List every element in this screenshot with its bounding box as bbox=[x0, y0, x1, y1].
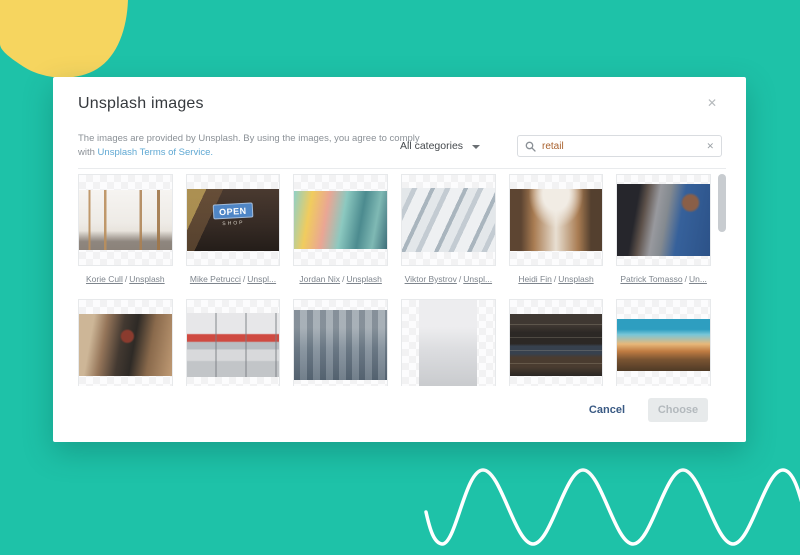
image-attribution: Mike Petrucci/Unspl... bbox=[186, 274, 281, 286]
disclaimer-text: The images are provided by Unsplash. By … bbox=[78, 132, 426, 160]
thumbnail-photo: OPENSHOP bbox=[187, 189, 280, 251]
attribution-separator: / bbox=[125, 274, 127, 284]
author-link[interactable]: Heidi Fin bbox=[518, 274, 552, 284]
image-cell: Jordan Nix/Unsplash bbox=[293, 174, 388, 286]
image-cell bbox=[509, 299, 604, 386]
attribution-separator: / bbox=[554, 274, 556, 284]
author-link[interactable]: Mike Petrucci bbox=[190, 274, 241, 284]
search-box: ✕ bbox=[517, 135, 722, 157]
thumbnail-photo bbox=[402, 188, 495, 252]
image-cell: Heidi Fin/Unsplash bbox=[509, 174, 604, 286]
author-link[interactable]: Patrick Tomasso bbox=[620, 274, 682, 284]
grid-scrollbar bbox=[718, 174, 726, 386]
image-thumbnail[interactable] bbox=[616, 299, 711, 386]
image-thumbnail[interactable] bbox=[509, 174, 604, 266]
image-cell bbox=[186, 299, 281, 386]
source-link[interactable]: Unsplash bbox=[558, 274, 593, 284]
image-thumbnail[interactable] bbox=[616, 174, 711, 266]
image-attribution: Viktor Bystrov/Unspl... bbox=[401, 274, 496, 286]
thumbnail-photo bbox=[510, 314, 603, 376]
source-link[interactable]: Unsplash bbox=[346, 274, 381, 284]
image-thumbnail[interactable] bbox=[509, 299, 604, 386]
terms-of-service-link[interactable]: Unsplash Terms of Service. bbox=[98, 147, 213, 158]
image-attribution: Patrick Tomasso/Un... bbox=[616, 274, 711, 286]
image-cell bbox=[401, 299, 496, 386]
source-link[interactable]: Unspl... bbox=[247, 274, 276, 284]
attribution-separator: / bbox=[342, 274, 344, 284]
attribution-separator: / bbox=[685, 274, 687, 284]
author-link[interactable]: Viktor Bystrov bbox=[405, 274, 457, 284]
thumbnail-photo bbox=[294, 310, 387, 380]
attribution-separator: / bbox=[243, 274, 245, 284]
modal-footer: Cancel Choose bbox=[589, 398, 708, 422]
image-thumbnail[interactable] bbox=[401, 299, 496, 386]
choose-button[interactable]: Choose bbox=[648, 398, 708, 422]
image-thumbnail[interactable] bbox=[293, 174, 388, 266]
modal-title: Unsplash images bbox=[78, 95, 204, 113]
image-attribution: Heidi Fin/Unsplash bbox=[509, 274, 604, 286]
image-attribution: Korie Cull/Unsplash bbox=[78, 274, 173, 286]
thumbnail-photo bbox=[617, 319, 710, 371]
yellow-blob-decoration bbox=[0, 0, 140, 85]
image-thumbnail[interactable] bbox=[78, 299, 173, 386]
desktop-background: { "decorations": { "background_color": "… bbox=[0, 0, 800, 555]
cancel-button[interactable]: Cancel bbox=[589, 404, 625, 416]
search-input[interactable] bbox=[542, 141, 706, 152]
attribution-separator: / bbox=[459, 274, 461, 284]
image-cell bbox=[616, 299, 711, 386]
thumbnail-photo bbox=[419, 300, 477, 386]
image-results-area: Korie Cull/UnsplashOPENSHOPMike Petrucci… bbox=[78, 174, 726, 386]
image-cell: Viktor Bystrov/Unspl... bbox=[401, 174, 496, 286]
image-attribution: Jordan Nix/Unsplash bbox=[293, 274, 388, 286]
thumbnail-photo bbox=[510, 189, 603, 251]
thumbnail-photo bbox=[187, 313, 280, 377]
scrollbar-thumb[interactable] bbox=[718, 174, 726, 232]
author-link[interactable]: Korie Cull bbox=[86, 274, 123, 284]
search-icon bbox=[525, 141, 536, 152]
thumbnail-photo bbox=[79, 314, 172, 376]
thumbnail-photo bbox=[294, 191, 387, 249]
open-sign: OPENSHOP bbox=[213, 203, 254, 228]
image-thumbnail[interactable] bbox=[78, 174, 173, 266]
source-link[interactable]: Unspl... bbox=[463, 274, 492, 284]
image-grid: Korie Cull/UnsplashOPENSHOPMike Petrucci… bbox=[78, 174, 711, 386]
image-thumbnail[interactable]: OPENSHOP bbox=[186, 174, 281, 266]
image-thumbnail[interactable] bbox=[293, 299, 388, 386]
source-link[interactable]: Un... bbox=[689, 274, 707, 284]
image-cell bbox=[293, 299, 388, 386]
close-icon[interactable]: ✕ bbox=[707, 97, 717, 109]
image-thumbnail[interactable] bbox=[401, 174, 496, 266]
categories-dropdown-label: All categories bbox=[400, 140, 463, 152]
author-link[interactable]: Jordan Nix bbox=[299, 274, 340, 284]
categories-dropdown[interactable]: All categories bbox=[400, 140, 480, 152]
image-cell bbox=[78, 299, 173, 386]
unsplash-images-modal: ✕ Unsplash images The images are provide… bbox=[53, 77, 746, 442]
image-cell: Patrick Tomasso/Un... bbox=[616, 174, 711, 286]
chevron-down-icon bbox=[472, 145, 480, 149]
source-link[interactable]: Unsplash bbox=[129, 274, 164, 284]
thumbnail-photo bbox=[617, 184, 710, 256]
image-cell: Korie Cull/Unsplash bbox=[78, 174, 173, 286]
thumbnail-photo bbox=[79, 190, 172, 250]
header-divider bbox=[78, 168, 726, 169]
image-thumbnail[interactable] bbox=[186, 299, 281, 386]
clear-search-icon[interactable]: ✕ bbox=[706, 142, 714, 151]
image-cell: OPENSHOP Mike Petrucci/Unspl... bbox=[186, 174, 281, 286]
